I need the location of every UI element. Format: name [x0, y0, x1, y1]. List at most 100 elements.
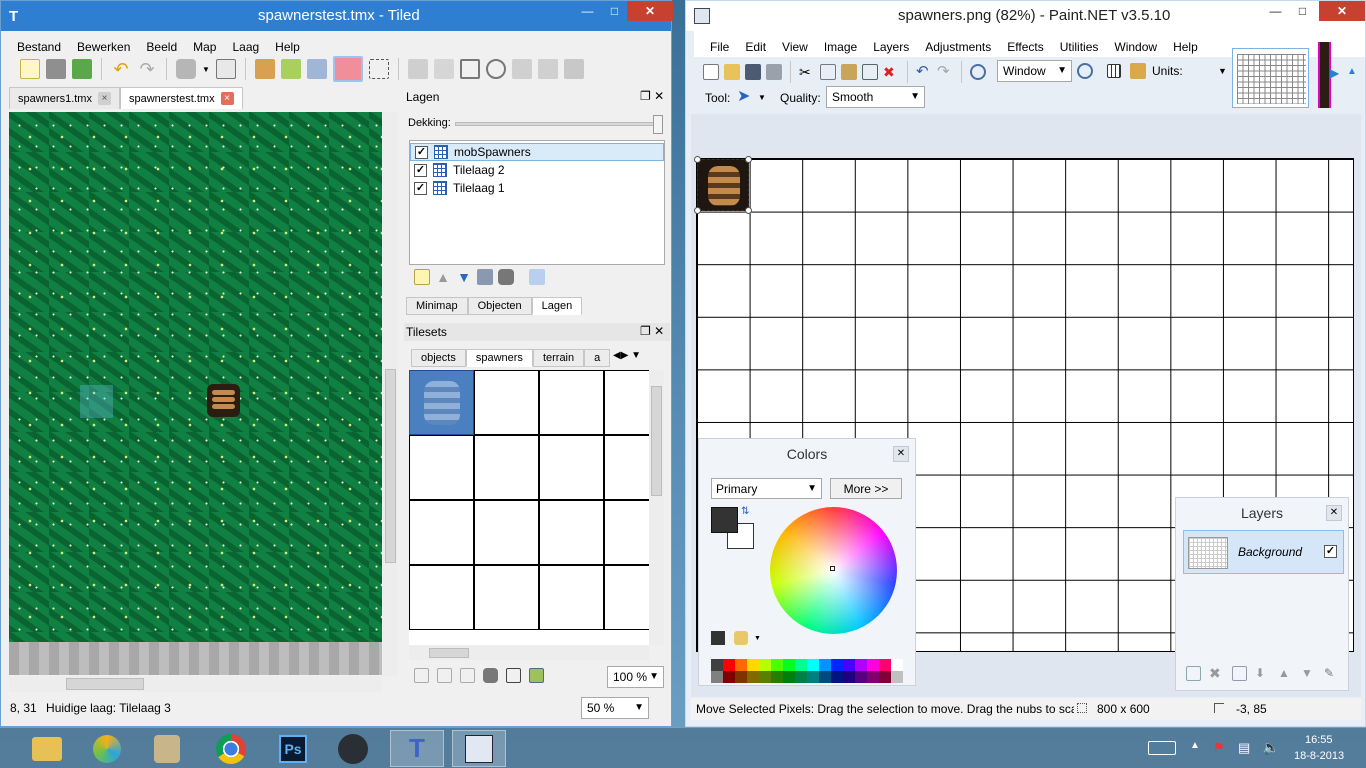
zoom-out-icon[interactable] — [970, 64, 986, 80]
opacity-slider-handle[interactable] — [653, 115, 663, 134]
redo-icon[interactable]: ↷ — [137, 59, 157, 79]
print-icon[interactable] — [766, 64, 782, 80]
tileset-tab-terrain[interactable]: terrain — [532, 349, 585, 367]
new-image-icon[interactable] — [703, 64, 719, 80]
menu-laag[interactable]: Laag — [224, 40, 267, 54]
panel-float-close-icons[interactable]: ❐ ✕ — [640, 89, 664, 103]
close-tab-icon[interactable]: × — [97, 92, 111, 105]
redo-icon[interactable]: ↷ — [937, 64, 953, 80]
color-mode-select[interactable]: Primary ▼ — [711, 478, 822, 499]
tileset-zoom-select[interactable]: 100 % ▼ — [607, 666, 664, 688]
palette-swatch[interactable] — [759, 671, 771, 683]
layer-properties-icon[interactable]: ✎ — [1324, 666, 1339, 681]
chevron-down-icon[interactable]: ▼ — [758, 93, 766, 102]
clock-time[interactable]: 16:55 — [1305, 734, 1333, 746]
quality-select[interactable]: Smooth ▼ — [826, 86, 925, 108]
open-icon[interactable] — [46, 59, 66, 79]
taskbar-file-explorer[interactable] — [20, 730, 74, 767]
palette-swatch[interactable] — [783, 659, 795, 671]
insert-polyline-icon[interactable] — [537, 59, 558, 79]
tileset-tile[interactable] — [409, 565, 474, 630]
network-icon[interactable]: ▤ — [1238, 740, 1250, 756]
tileset-tile[interactable] — [474, 500, 539, 565]
layers-close-button[interactable]: ✕ — [1326, 505, 1342, 521]
palette-swatch[interactable] — [843, 659, 855, 671]
paste-icon[interactable] — [841, 64, 857, 80]
open-icon[interactable] — [724, 64, 740, 80]
save-icon[interactable] — [72, 59, 92, 79]
layer-properties-icon[interactable] — [529, 269, 545, 285]
dice-icon[interactable] — [215, 59, 236, 79]
palette-swatch[interactable] — [795, 659, 807, 671]
color-wheel[interactable] — [770, 507, 897, 634]
palette-swatch[interactable] — [747, 659, 759, 671]
units-dropdown[interactable]: ▼ — [1218, 66, 1227, 76]
map-horizontal-scrollbar[interactable] — [9, 676, 382, 692]
close-button[interactable]: ✕ — [1319, 1, 1365, 21]
tileset-tile[interactable] — [474, 565, 539, 630]
menu-layers[interactable]: Layers — [865, 40, 917, 54]
palette-swatch[interactable] — [723, 659, 735, 671]
menu-view[interactable]: View — [774, 40, 816, 54]
palette-swatch[interactable] — [891, 671, 903, 683]
rename-tileset-icon[interactable] — [506, 668, 521, 683]
close-tab-icon[interactable]: × — [220, 92, 234, 105]
volume-icon[interactable]: 🔈 — [1262, 739, 1279, 756]
palette-swatch[interactable] — [747, 671, 759, 683]
panel-float-close-icons[interactable]: ❐ ✕ — [640, 324, 664, 338]
tileset-tile-spawner[interactable] — [409, 370, 474, 435]
move-layer-down-icon[interactable]: ▼ — [1301, 666, 1316, 681]
insert-tile-icon[interactable] — [563, 59, 584, 79]
more-colors-button[interactable]: More >> — [830, 478, 902, 499]
thumbnail-scroll-up-icon[interactable]: ▲ — [1347, 66, 1357, 77]
opacity-slider[interactable] — [455, 115, 663, 134]
tiled-titlebar[interactable]: T spawnerstest.tmx - Tiled — □ ✕ — [1, 1, 673, 31]
show-hidden-icons[interactable]: ▲ — [1190, 740, 1200, 751]
action-center-icon[interactable]: ⚑ — [1213, 740, 1225, 756]
layer-visible-checkbox[interactable]: ✓ — [1324, 545, 1337, 558]
doc-tab-spawners1[interactable]: spawners1.tmx × — [9, 87, 120, 109]
select-objects-icon[interactable] — [407, 59, 428, 79]
new-map-icon[interactable] — [20, 59, 40, 79]
tileset-tile[interactable] — [474, 370, 539, 435]
scrollbar-thumb[interactable] — [429, 648, 469, 658]
clock-date[interactable]: 18-8-2013 — [1294, 750, 1344, 762]
menu-adjustments[interactable]: Adjustments — [917, 40, 999, 54]
doc-tab-spawnerstest[interactable]: spawnerstest.tmx × — [119, 87, 243, 109]
selection-nub[interactable] — [745, 156, 752, 163]
palette-swatch[interactable] — [867, 671, 879, 683]
tileset-tile[interactable] — [539, 565, 604, 630]
taskbar-scroll-app[interactable] — [140, 730, 194, 767]
taskbar-photoshop[interactable]: Ps — [266, 730, 320, 767]
palette-swatch[interactable] — [879, 671, 891, 683]
palette-swatch[interactable] — [831, 659, 843, 671]
undo-icon[interactable]: ↶ — [916, 64, 932, 80]
map-vertical-scrollbar[interactable] — [383, 112, 398, 676]
stamp-brush-icon[interactable] — [254, 59, 275, 79]
tileset-tile[interactable] — [604, 500, 649, 565]
tileset-tile[interactable] — [604, 370, 649, 435]
palette-swatch[interactable] — [855, 671, 867, 683]
cut-icon[interactable]: ✂ — [799, 64, 815, 80]
zoom-in-icon[interactable] — [1077, 63, 1093, 79]
swap-colors-icon[interactable]: ⇅ — [741, 506, 749, 517]
layer-row-mobspawners[interactable]: ✓ mobSpawners — [410, 143, 664, 161]
minimize-button[interactable]: — — [574, 1, 601, 21]
palette-swatch[interactable] — [819, 671, 831, 683]
selected-spawner-pixels[interactable] — [697, 159, 749, 211]
palette-swatch[interactable] — [891, 659, 903, 671]
tileset-tab-objects[interactable]: objects — [411, 349, 466, 367]
tileset-tile[interactable] — [409, 435, 474, 500]
delete-tileset-icon[interactable] — [483, 668, 498, 683]
insert-rectangle-icon[interactable] — [459, 59, 480, 79]
palette-menu-icon[interactable] — [734, 631, 748, 645]
palette-swatch[interactable] — [771, 659, 783, 671]
palette-swatch[interactable] — [711, 659, 723, 671]
taskbar-chrome[interactable] — [204, 730, 258, 767]
insert-ellipse-icon[interactable] — [485, 59, 506, 79]
tileset-tile[interactable] — [604, 565, 649, 630]
arrow-down-icon[interactable]: ▼ — [456, 269, 472, 285]
tileset-grid[interactable] — [409, 370, 649, 645]
palette-swatch[interactable] — [867, 659, 879, 671]
menu-edit[interactable]: Edit — [737, 40, 774, 54]
